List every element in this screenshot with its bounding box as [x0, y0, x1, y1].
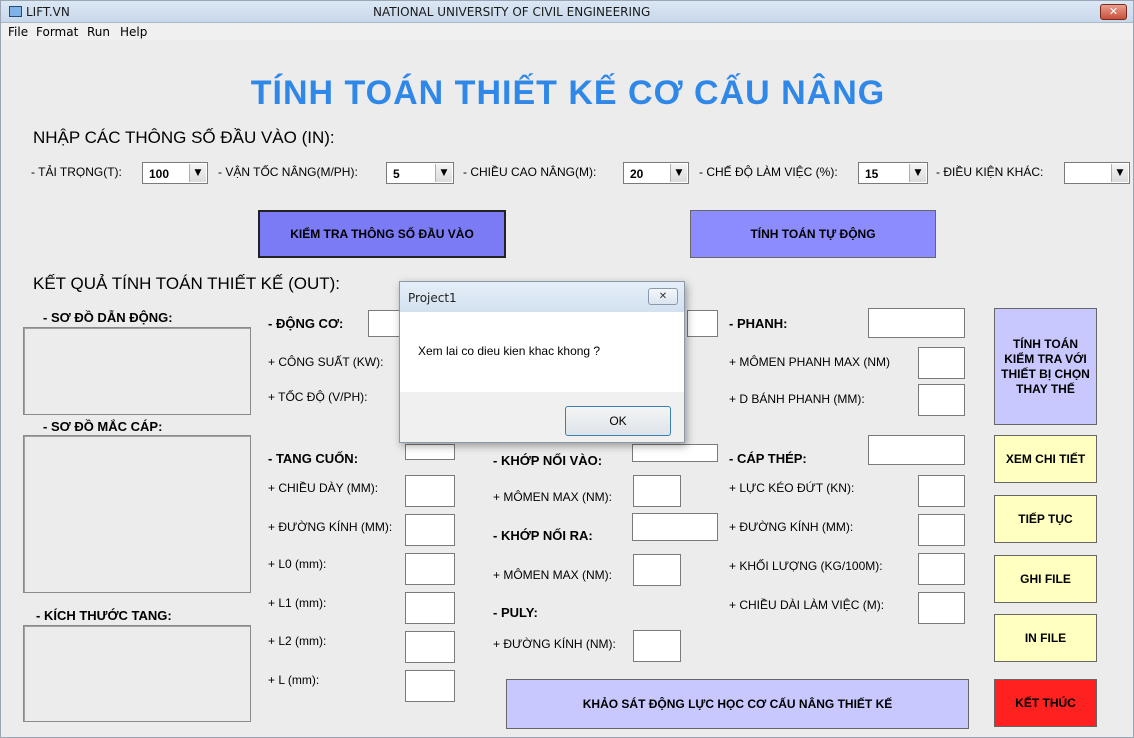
other-label: - ĐIỀU KIỆN KHÁC:	[936, 165, 1044, 179]
exit-button[interactable]: KẾT THÚC	[994, 679, 1097, 727]
message-dialog: Project1 ✕ Xem lai co dieu kien khac kho…	[399, 281, 685, 443]
l2-label: + L2 (mm):	[268, 634, 327, 648]
mass-field[interactable]	[918, 553, 965, 585]
main-window: LIFT.VN NATIONAL UNIVERSITY OF CIVIL ENG…	[0, 0, 1134, 738]
coupling-out-field[interactable]	[632, 513, 718, 541]
dialog-title: Project1	[408, 291, 457, 305]
dialog-message: Xem lai co dieu kien khac khong ?	[418, 344, 601, 358]
breaking-force-field[interactable]	[918, 475, 965, 507]
brake-wheel-label: + D BÁNH PHANH (MM):	[729, 392, 865, 406]
coupling-in-field[interactable]	[632, 444, 718, 462]
detail-button[interactable]: XEM CHI TIẾT	[994, 435, 1097, 483]
duty-label: - CHẾ ĐỘ LÀM VIỆC (%):	[699, 165, 838, 179]
chevron-down-icon[interactable]: ▼	[1111, 164, 1128, 182]
cable-diagram-label: - SƠ ĐỒ MẮC CÁP:	[43, 419, 163, 434]
speed-value: 5	[393, 167, 400, 181]
height-label: - CHIỀU CAO NÂNG(M):	[463, 165, 597, 179]
ok-button[interactable]: OK	[565, 406, 671, 436]
drum-diameter-label: + ĐƯỜNG KÍNH (MM):	[268, 520, 393, 534]
duty-select[interactable]: 15 ▼	[858, 162, 928, 184]
torque-out-field[interactable]	[633, 554, 681, 586]
cable-diameter-field[interactable]	[918, 514, 965, 546]
coupling-out-label: - KHỚP NỐI RA:	[493, 528, 593, 543]
duty-value: 15	[865, 167, 879, 181]
motor-field-2[interactable]	[687, 310, 718, 337]
brake-label: - PHANH:	[729, 316, 788, 331]
input-section-title: NHẬP CÁC THÔNG SỐ ĐẦU VÀO (IN):	[33, 128, 335, 147]
l0-field[interactable]	[405, 553, 455, 585]
torque-in-label: + MÔMEN MAX (NM):	[493, 490, 612, 504]
speed-select[interactable]: 5 ▼	[386, 162, 454, 184]
menu-help[interactable]: Help	[120, 25, 147, 39]
pulley-diameter-field[interactable]	[633, 630, 681, 662]
check-input-button[interactable]: KIỂM TRA THÔNG SỐ ĐẦU VÀO	[258, 210, 506, 258]
close-icon[interactable]: ✕	[648, 288, 678, 305]
app-name: LIFT.VN	[26, 5, 70, 19]
drum-label: - TANG CUỐN:	[268, 451, 359, 466]
motor-label: - ĐỘNG CƠ:	[268, 316, 344, 331]
power-label: + CÔNG SUẤT (KW):	[268, 355, 384, 369]
l2-field[interactable]	[405, 631, 455, 663]
load-label: - TẢI TRỌNG(T):	[31, 165, 122, 179]
chevron-down-icon[interactable]: ▼	[670, 164, 687, 182]
torque-in-field[interactable]	[633, 475, 681, 507]
chevron-down-icon[interactable]: ▼	[909, 164, 926, 182]
page-title: TÍNH TOÁN THIẾT KẾ CƠ CẤU NÂNG	[250, 74, 886, 112]
continue-button[interactable]: TIẾP TỤC	[994, 495, 1097, 543]
working-length-label: + CHIỀU DÀI LÀM VIỆC (M):	[729, 598, 885, 612]
print-file-button[interactable]: IN FILE	[994, 614, 1097, 662]
drive-diagram-box	[23, 327, 251, 415]
title-bar: LIFT.VN NATIONAL UNIVERSITY OF CIVIL ENG…	[1, 1, 1133, 23]
dialog-title-bar: Project1 ✕	[400, 282, 684, 312]
cable-diameter-label: + ĐƯỜNG KÍNH (MM):	[729, 520, 854, 534]
load-value: 100	[149, 167, 170, 181]
brake-field[interactable]	[868, 308, 965, 338]
drum-size-box	[23, 625, 251, 722]
output-section-title: KẾT QUẢ TÍNH TOÁN THIẾT KẾ (OUT):	[33, 274, 340, 293]
chevron-down-icon[interactable]: ▼	[435, 164, 452, 182]
menu-run[interactable]: Run	[87, 25, 110, 39]
l0-label: + L0 (mm):	[268, 557, 327, 571]
working-length-field[interactable]	[918, 592, 965, 624]
app-icon	[9, 6, 22, 17]
l1-field[interactable]	[405, 592, 455, 624]
thickness-label: + CHIỀU DÀY (MM):	[268, 481, 379, 495]
chevron-down-icon[interactable]: ▼	[189, 164, 206, 182]
pulley-diameter-label: + ĐƯỜNG KÍNH (NM):	[493, 637, 616, 651]
menu-format[interactable]: Format	[36, 25, 78, 39]
menu-file[interactable]: File	[8, 25, 28, 39]
torque-out-label: + MÔMEN MAX (NM):	[493, 568, 612, 582]
pulley-label: - PULY:	[493, 605, 538, 620]
height-select[interactable]: 20 ▼	[623, 162, 689, 184]
l-field[interactable]	[405, 670, 455, 702]
l-label: + L (mm):	[268, 673, 320, 687]
menu-bar: File Format Run Help	[1, 23, 1133, 40]
cable-field[interactable]	[868, 435, 965, 465]
mass-label: + KHỐI LƯỢNG (KG/100M):	[729, 559, 883, 573]
coupling-in-label: - KHỚP NỐI VÀO:	[493, 453, 603, 468]
close-button[interactable]: ✕	[1100, 4, 1127, 20]
cable-label: - CÁP THÉP:	[729, 451, 807, 466]
speed-label: - VẬN TỐC NÂNG(M/PH):	[218, 165, 358, 179]
l1-label: + L1 (mm):	[268, 596, 327, 610]
other-select[interactable]: ▼	[1064, 162, 1130, 184]
thickness-field[interactable]	[405, 475, 455, 507]
drum-diameter-field[interactable]	[405, 514, 455, 546]
recheck-button[interactable]: TÍNH TOÁN KIỂM TRA VỚI THIẾT BỊ CHỌN THA…	[994, 308, 1097, 425]
window-title: NATIONAL UNIVERSITY OF CIVIL ENGINEERING	[373, 5, 651, 19]
height-value: 20	[630, 167, 644, 181]
speed-out-label: + TỐC ĐỘ (V/PH):	[268, 390, 368, 404]
cable-diagram-box	[23, 435, 251, 593]
drive-diagram-label: - SƠ ĐỒ DẪN ĐỘNG:	[43, 310, 173, 325]
brake-torque-label: + MÔMEN PHANH MAX (NM)	[729, 355, 891, 369]
brake-wheel-field[interactable]	[918, 384, 965, 416]
load-select[interactable]: 100 ▼	[142, 162, 208, 184]
auto-calc-button[interactable]: TÍNH TOÁN TỰ ĐỘNG	[690, 210, 936, 258]
breaking-force-label: + LỰC KÉO ĐỨT (KN):	[729, 481, 855, 495]
drum-size-label: - KÍCH THƯỚC TANG:	[36, 608, 172, 623]
drum-field[interactable]	[405, 444, 455, 460]
dynamics-button[interactable]: KHẢO SÁT ĐỘNG LỰC HỌC CƠ CẤU NÂNG THIẾT …	[506, 679, 969, 729]
brake-torque-field[interactable]	[918, 347, 965, 379]
save-file-button[interactable]: GHI FILE	[994, 555, 1097, 603]
